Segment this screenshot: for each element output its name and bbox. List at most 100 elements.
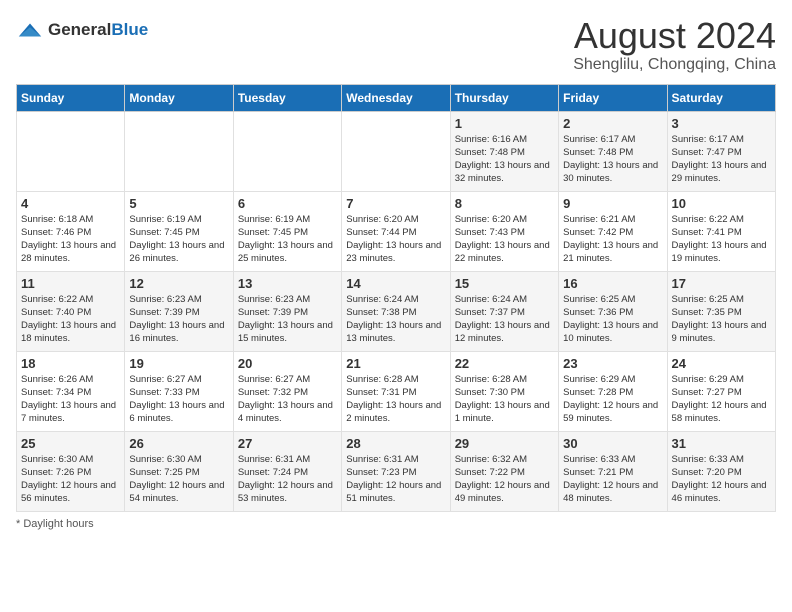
calendar-header: Sunday Monday Tuesday Wednesday Thursday… (17, 84, 776, 111)
day-number: 12 (129, 276, 228, 291)
cell-content: Sunrise: 6:17 AMSunset: 7:47 PMDaylight:… (672, 133, 771, 186)
cell-content: Sunrise: 6:28 AMSunset: 7:31 PMDaylight:… (346, 373, 445, 426)
cell-content: Sunrise: 6:29 AMSunset: 7:27 PMDaylight:… (672, 373, 771, 426)
day-number: 5 (129, 196, 228, 211)
cell-content: Sunrise: 6:24 AMSunset: 7:38 PMDaylight:… (346, 293, 445, 346)
calendar-body: 1 Sunrise: 6:16 AMSunset: 7:48 PMDaylight… (17, 111, 776, 511)
day-number: 24 (672, 356, 771, 371)
cell-content: Sunrise: 6:26 AMSunset: 7:34 PMDaylight:… (21, 373, 120, 426)
table-row: 12 Sunrise: 6:23 AMSunset: 7:39 PMDayligh… (125, 271, 233, 351)
day-number: 2 (563, 116, 662, 131)
cell-content: Sunrise: 6:20 AMSunset: 7:44 PMDaylight:… (346, 213, 445, 266)
cell-content: Sunrise: 6:23 AMSunset: 7:39 PMDaylight:… (129, 293, 228, 346)
day-number: 7 (346, 196, 445, 211)
table-row: 14 Sunrise: 6:24 AMSunset: 7:38 PMDayligh… (342, 271, 450, 351)
table-row: 8Sunrise: 6:20 AMSunset: 7:43 PMDaylight… (450, 191, 558, 271)
table-row (17, 111, 125, 191)
day-number: 16 (563, 276, 662, 291)
cell-content: Sunrise: 6:20 AMSunset: 7:43 PMDaylight:… (455, 213, 554, 266)
day-number: 11 (21, 276, 120, 291)
cell-content: Sunrise: 6:27 AMSunset: 7:33 PMDaylight:… (129, 373, 228, 426)
footer-label: Daylight hours (23, 518, 93, 530)
cell-content: Sunrise: 6:25 AMSunset: 7:35 PMDaylight:… (672, 293, 771, 346)
cell-content: Sunrise: 6:17 AMSunset: 7:48 PMDaylight:… (563, 133, 662, 186)
day-number: 6 (238, 196, 337, 211)
cell-content: Sunrise: 6:30 AMSunset: 7:25 PMDaylight:… (129, 453, 228, 506)
day-number: 26 (129, 436, 228, 451)
table-row: 16 Sunrise: 6:25 AMSunset: 7:36 PMDayligh… (559, 271, 667, 351)
table-row: 30 Sunrise: 6:33 AMSunset: 7:21 PMDayligh… (559, 431, 667, 511)
table-row: 23 Sunrise: 6:29 AMSunset: 7:28 PMDayligh… (559, 351, 667, 431)
footer-note: * Daylight hours (16, 518, 776, 530)
day-number: 25 (21, 436, 120, 451)
header-sunday: Sunday (17, 84, 125, 111)
calendar-table: Sunday Monday Tuesday Wednesday Thursday… (16, 84, 776, 512)
table-row: 11 Sunrise: 6:22 AMSunset: 7:40 PMDayligh… (17, 271, 125, 351)
cell-content: Sunrise: 6:25 AMSunset: 7:36 PMDaylight:… (563, 293, 662, 346)
table-row: 19 Sunrise: 6:27 AMSunset: 7:33 PMDayligh… (125, 351, 233, 431)
header-saturday: Saturday (667, 84, 775, 111)
cell-content: Sunrise: 6:19 AMSunset: 7:45 PMDaylight:… (129, 213, 228, 266)
table-row: 31 Sunrise: 6:33 AMSunset: 7:20 PMDayligh… (667, 431, 775, 511)
cell-content: Sunrise: 6:18 AMSunset: 7:46 PMDaylight:… (21, 213, 120, 266)
table-row: 15 Sunrise: 6:24 AMSunset: 7:37 PMDayligh… (450, 271, 558, 351)
logo-general: GeneralBlue (48, 20, 148, 40)
cell-content: Sunrise: 6:21 AMSunset: 7:42 PMDaylight:… (563, 213, 662, 266)
title-area: August 2024 Shenglilu, Chongqing, China (573, 16, 776, 74)
cell-content: Sunrise: 6:31 AMSunset: 7:24 PMDaylight:… (238, 453, 337, 506)
day-number: 1 (455, 116, 554, 131)
day-number: 28 (346, 436, 445, 451)
table-row: 17 Sunrise: 6:25 AMSunset: 7:35 PMDayligh… (667, 271, 775, 351)
cell-content: Sunrise: 6:22 AMSunset: 7:41 PMDaylight:… (672, 213, 771, 266)
cell-content: Sunrise: 6:23 AMSunset: 7:39 PMDaylight:… (238, 293, 337, 346)
table-row: 4 Sunrise: 6:18 AMSunset: 7:46 PMDaylight… (17, 191, 125, 271)
day-number: 17 (672, 276, 771, 291)
header-friday: Friday (559, 84, 667, 111)
day-number: 4 (21, 196, 120, 211)
day-number: 31 (672, 436, 771, 451)
subtitle: Shenglilu, Chongqing, China (573, 56, 776, 74)
table-row: 29 Sunrise: 6:32 AMSunset: 7:22 PMDayligh… (450, 431, 558, 511)
logo: GeneralBlue (16, 16, 148, 44)
day-number: 19 (129, 356, 228, 371)
table-row (125, 111, 233, 191)
day-number: 15 (455, 276, 554, 291)
day-number: 20 (238, 356, 337, 371)
cell-content: Sunrise: 6:29 AMSunset: 7:28 PMDaylight:… (563, 373, 662, 426)
day-number: 30 (563, 436, 662, 451)
table-row: 27Sunrise: 6:31 AMSunset: 7:24 PMDayligh… (233, 431, 341, 511)
table-row: 25Sunrise: 6:30 AMSunset: 7:26 PMDayligh… (17, 431, 125, 511)
table-row: 9 Sunrise: 6:21 AMSunset: 7:42 PMDaylight… (559, 191, 667, 271)
cell-content: Sunrise: 6:33 AMSunset: 7:21 PMDaylight:… (563, 453, 662, 506)
table-row: 7 Sunrise: 6:20 AMSunset: 7:44 PMDaylight… (342, 191, 450, 271)
logo-icon (16, 16, 44, 44)
table-row: 24 Sunrise: 6:29 AMSunset: 7:27 PMDayligh… (667, 351, 775, 431)
table-row: 18Sunrise: 6:26 AMSunset: 7:34 PMDayligh… (17, 351, 125, 431)
day-number: 3 (672, 116, 771, 131)
cell-content: Sunrise: 6:31 AMSunset: 7:23 PMDaylight:… (346, 453, 445, 506)
cell-content: Sunrise: 6:16 AMSunset: 7:48 PMDaylight:… (455, 133, 554, 186)
table-row (342, 111, 450, 191)
cell-content: Sunrise: 6:19 AMSunset: 7:45 PMDaylight:… (238, 213, 337, 266)
day-number: 13 (238, 276, 337, 291)
day-number: 22 (455, 356, 554, 371)
day-number: 9 (563, 196, 662, 211)
cell-content: Sunrise: 6:27 AMSunset: 7:32 PMDaylight:… (238, 373, 337, 426)
day-number: 29 (455, 436, 554, 451)
table-row: 3 Sunrise: 6:17 AMSunset: 7:47 PMDaylight… (667, 111, 775, 191)
table-row: 1 Sunrise: 6:16 AMSunset: 7:48 PMDaylight… (450, 111, 558, 191)
table-row: 26 Sunrise: 6:30 AMSunset: 7:25 PMDayligh… (125, 431, 233, 511)
cell-content: Sunrise: 6:22 AMSunset: 7:40 PMDaylight:… (21, 293, 120, 346)
cell-content: Sunrise: 6:32 AMSunset: 7:22 PMDaylight:… (455, 453, 554, 506)
cell-content: Sunrise: 6:24 AMSunset: 7:37 PMDaylight:… (455, 293, 554, 346)
table-row: 28 Sunrise: 6:31 AMSunset: 7:23 PMDayligh… (342, 431, 450, 511)
table-row: 10Sunrise: 6:22 AMSunset: 7:41 PMDayligh… (667, 191, 775, 271)
day-number: 23 (563, 356, 662, 371)
cell-content: Sunrise: 6:28 AMSunset: 7:30 PMDaylight:… (455, 373, 554, 426)
header: GeneralBlue August 2024 Shenglilu, Chong… (16, 16, 776, 74)
day-number: 21 (346, 356, 445, 371)
cell-content: Sunrise: 6:33 AMSunset: 7:20 PMDaylight:… (672, 453, 771, 506)
header-wednesday: Wednesday (342, 84, 450, 111)
table-row: 20 Sunrise: 6:27 AMSunset: 7:32 PMDayligh… (233, 351, 341, 431)
day-number: 14 (346, 276, 445, 291)
